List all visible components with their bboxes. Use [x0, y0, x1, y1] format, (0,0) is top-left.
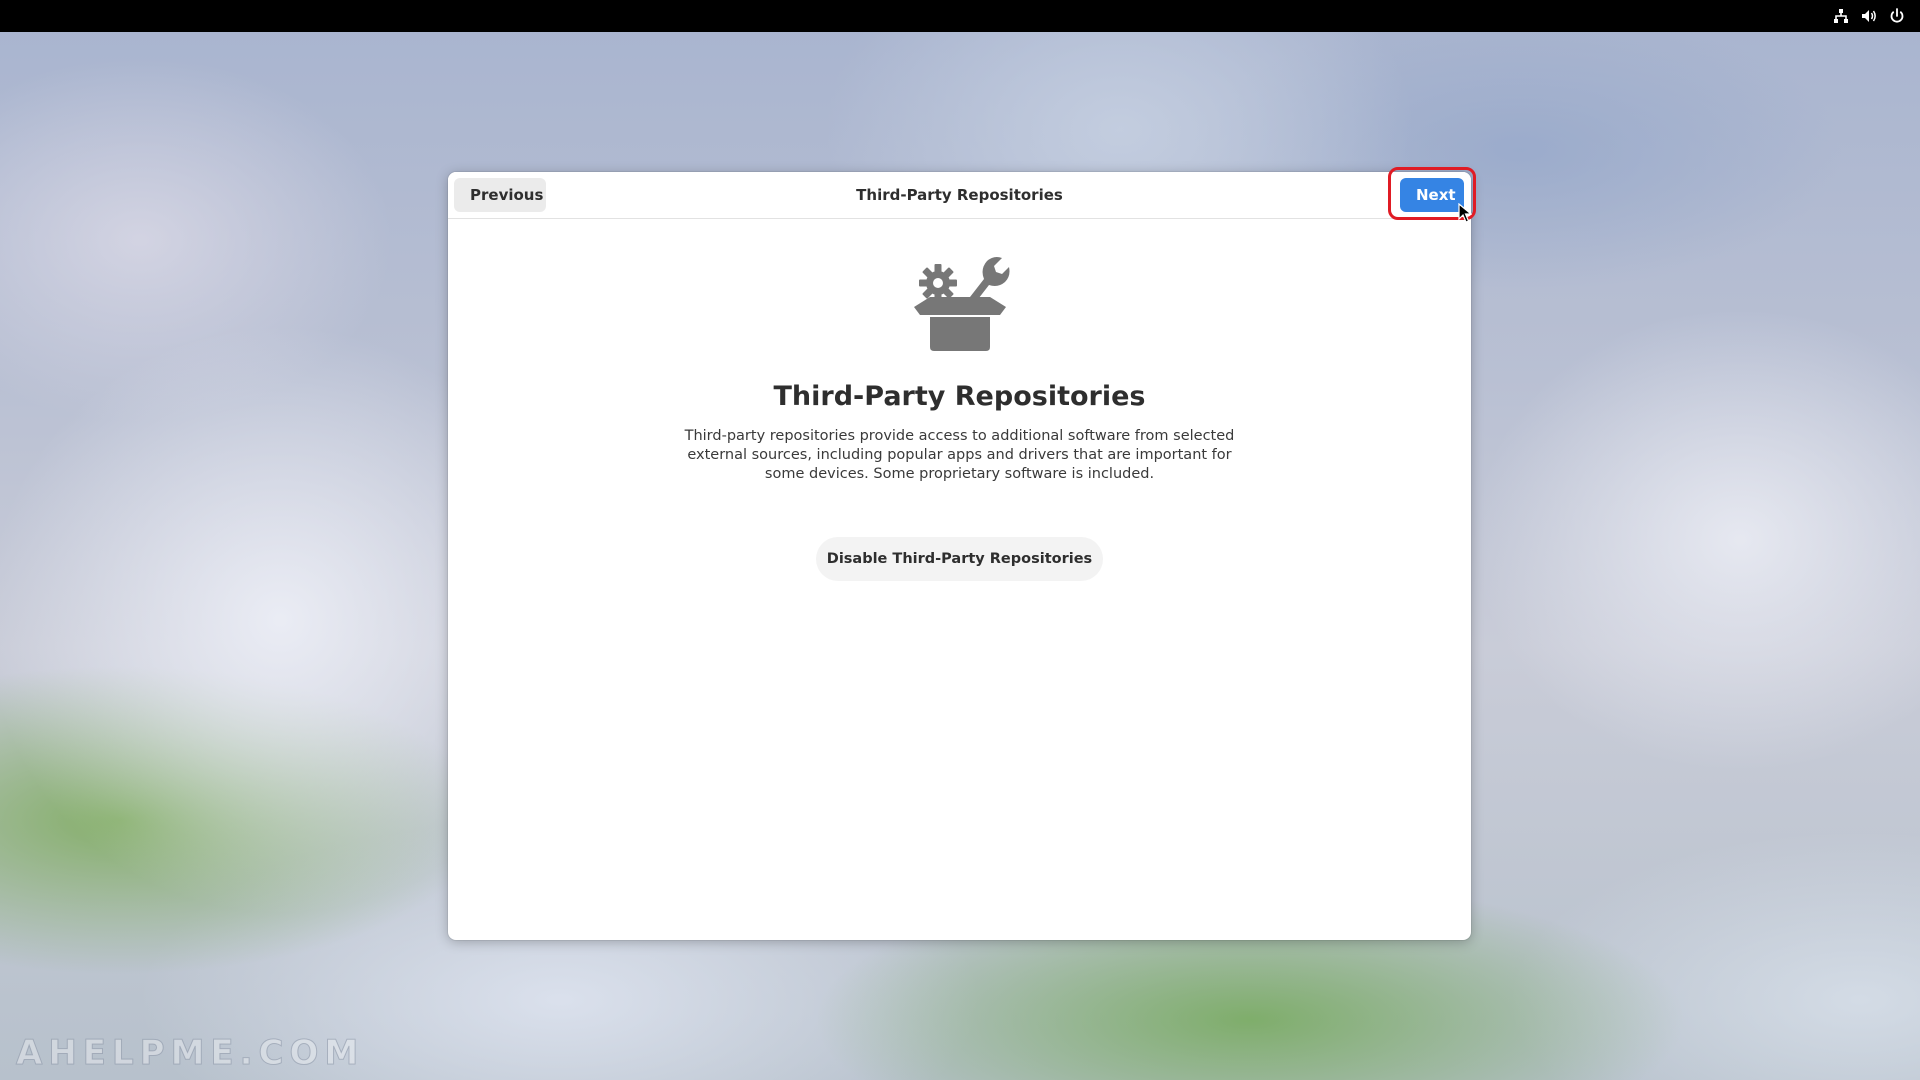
power-icon[interactable] [1888, 7, 1906, 25]
mouse-pointer-icon [1458, 202, 1473, 223]
next-button[interactable]: Next [1400, 178, 1464, 212]
top-bar [0, 0, 1920, 32]
dialog-title: Third-Party Repositories [856, 186, 1063, 204]
gear-wrench-box-icon [910, 255, 1010, 355]
system-tray[interactable] [1832, 0, 1906, 32]
page-heading: Third-Party Repositories [773, 381, 1146, 412]
initial-setup-dialog: Previous Third-Party Repositories Next T… [448, 172, 1471, 940]
disable-third-party-repositories-button[interactable]: Disable Third-Party Repositories [816, 537, 1103, 581]
header-bar: Previous Third-Party Repositories Next [448, 172, 1471, 219]
previous-button[interactable]: Previous [454, 178, 546, 212]
network-icon[interactable] [1832, 7, 1850, 25]
watermark: AHELPME.COM [15, 1033, 365, 1074]
volume-icon[interactable] [1860, 7, 1878, 25]
page-description: Third-party repositories provide access … [684, 428, 1235, 482]
